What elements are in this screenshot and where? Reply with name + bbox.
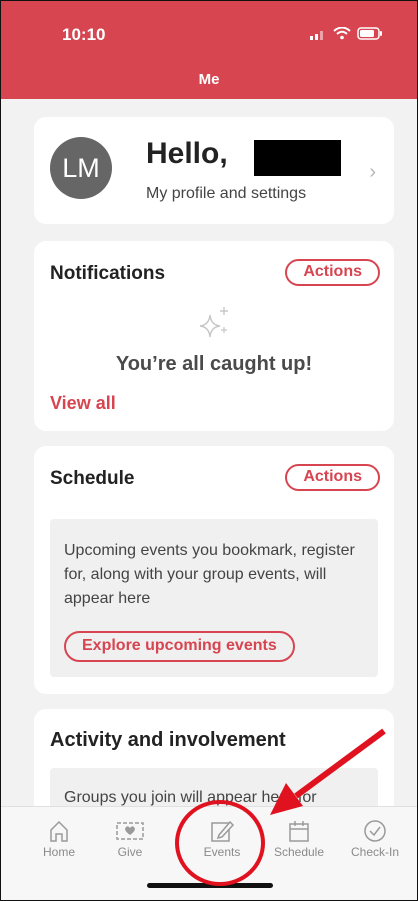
app-screen: 10:10 Me LM Hello, My profile and settin… [0, 0, 418, 901]
schedule-empty-message: Upcoming events you bookmark, register f… [64, 542, 355, 607]
signal-icon [309, 27, 327, 45]
schedule-title: Schedule [50, 468, 135, 489]
notifications-actions-button[interactable]: Actions [285, 259, 380, 286]
sparkle-icon [34, 305, 394, 345]
notifications-title: Notifications [50, 263, 166, 284]
explore-events-button[interactable]: Explore upcoming events [64, 631, 295, 662]
profile-subtitle: My profile and settings [146, 185, 307, 202]
profile-card[interactable]: LM Hello, My profile and settings › [34, 117, 394, 224]
status-time: 10:10 [62, 25, 106, 44]
tab-check-in[interactable]: Check-In [340, 817, 410, 859]
battery-icon [357, 27, 383, 45]
avatar: LM [50, 137, 112, 199]
check-circle-icon [340, 817, 410, 845]
activity-title: Activity and involvement [50, 729, 286, 751]
tab-events[interactable]: Events [187, 817, 257, 859]
home-icon [24, 817, 94, 845]
tab-events-label: Events [203, 845, 241, 859]
avatar-initials: LM [62, 152, 100, 183]
tab-home[interactable]: Home [24, 817, 94, 859]
calendar-icon [264, 817, 334, 845]
chevron-right-icon: › [369, 161, 376, 183]
give-icon [95, 817, 165, 845]
status-icons [309, 26, 383, 45]
wifi-icon [333, 26, 351, 45]
tab-schedule[interactable]: Schedule [264, 817, 334, 859]
schedule-empty-panel: Upcoming events you bookmark, register f… [50, 519, 378, 677]
tab-check-in-label: Check-In [350, 845, 400, 859]
view-all-link[interactable]: View all [50, 393, 116, 414]
notifications-card: Notifications Actions You’re all caught … [34, 241, 394, 431]
redacted-name [254, 140, 341, 176]
schedule-actions-button[interactable]: Actions [285, 464, 380, 491]
greeting: Hello, [146, 137, 228, 170]
tab-schedule-label: Schedule [273, 845, 325, 859]
home-indicator [147, 883, 273, 888]
page-title: Me [198, 71, 220, 88]
schedule-card: Schedule Actions Upcoming events you boo… [34, 446, 394, 694]
app-header: 10:10 Me [1, 1, 417, 99]
notifications-empty-message: You’re all caught up! [115, 353, 313, 375]
tab-home-label: Home [42, 845, 75, 859]
tab-give[interactable]: Give [95, 817, 165, 859]
edit-icon [187, 817, 257, 845]
tab-give-label: Give [117, 845, 143, 859]
